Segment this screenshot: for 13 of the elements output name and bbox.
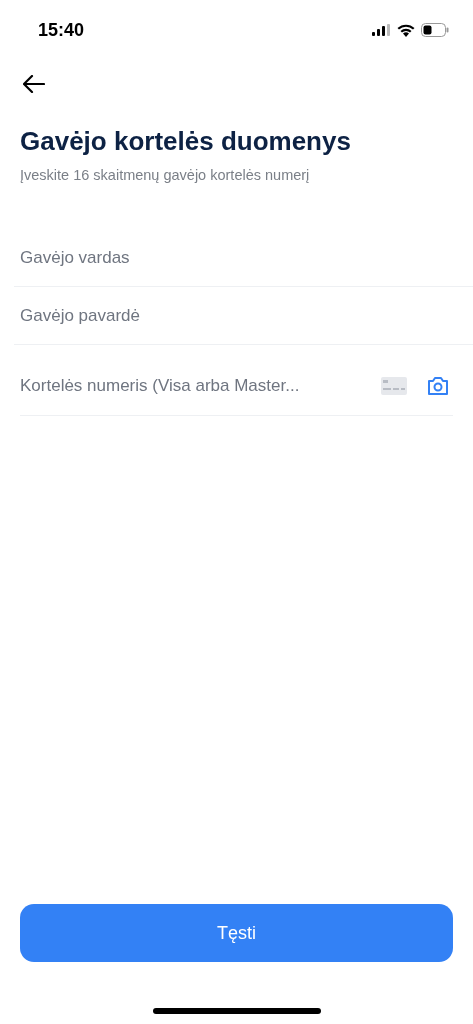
text-field[interactable]: Gavėjo vardas [14, 247, 473, 268]
battery-icon [421, 23, 449, 37]
card-icon [381, 377, 407, 395]
back-button[interactable] [20, 72, 48, 96]
signal-icon [372, 24, 391, 36]
wifi-icon [397, 23, 415, 37]
camera-button[interactable] [427, 376, 449, 396]
page-subtitle: Įveskite 16 skaitmenų gavėjo kortelės numerį [20, 167, 311, 183]
text-field[interactable]: Gavėjo pavardė [14, 305, 473, 326]
continue-button[interactable]: Tęsti [20, 904, 453, 962]
page-title: Gavėjo kortelės duomenys [20, 126, 352, 157]
text-field[interactable]: Kortelės numeris (Visa arba Master... [20, 376, 375, 396]
status-time: 15:40 [38, 19, 85, 41]
